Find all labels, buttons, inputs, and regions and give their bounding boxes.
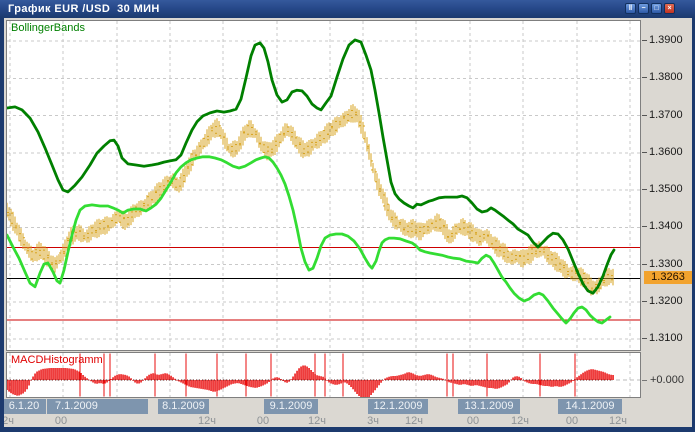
price-axis-tick bbox=[642, 115, 647, 116]
price-axis-tick bbox=[642, 77, 647, 78]
window-buttons: ‖−□× bbox=[625, 3, 675, 14]
date-label: 8.1.2009 bbox=[158, 399, 209, 414]
time-label: 12ч bbox=[308, 415, 326, 427]
macd-zero-tick bbox=[642, 380, 647, 381]
price-axis-tick bbox=[642, 338, 647, 339]
time-label: 12ч bbox=[198, 415, 216, 427]
price-axis-label: 1.3600 bbox=[649, 146, 683, 158]
date-label: 6.1.20 bbox=[2, 399, 46, 414]
time-label: 12ч bbox=[511, 415, 529, 427]
price-chart-panel[interactable]: BollingerBands bbox=[6, 20, 641, 351]
window-frame-bottom bbox=[0, 427, 695, 432]
price-axis-tick bbox=[642, 152, 647, 153]
price-axis-tick bbox=[642, 189, 647, 190]
time-label: 00 bbox=[467, 415, 479, 427]
price-axis-label: 1.3100 bbox=[649, 332, 683, 344]
price-axis-label: 1.3500 bbox=[649, 183, 683, 195]
macd-panel[interactable]: MACDHistogramm bbox=[6, 352, 641, 398]
current-price-tag: 1.3263 bbox=[644, 271, 692, 284]
maximize-button[interactable]: □ bbox=[651, 3, 662, 14]
price-axis-tick bbox=[642, 301, 647, 302]
time-label: 12ч bbox=[405, 415, 423, 427]
time-label: 00 bbox=[566, 415, 578, 427]
date-label: 9.1.2009 bbox=[264, 399, 318, 414]
date-label: 12.1.2009 bbox=[368, 399, 428, 414]
chart-window: График EUR /USD 30 МИН ‖−□× BollingerBan… bbox=[0, 0, 695, 432]
price-axis-tick bbox=[642, 40, 647, 41]
price-axis-label: 1.3400 bbox=[649, 220, 683, 232]
window-title: График EUR /USD 30 МИН bbox=[0, 3, 160, 15]
price-axis-tick bbox=[642, 226, 647, 227]
macd-histogram-label: MACDHistogramm bbox=[11, 354, 103, 366]
titlebar[interactable]: График EUR /USD 30 МИН ‖−□× bbox=[0, 0, 695, 18]
bollinger-bands-label: BollingerBands bbox=[11, 22, 85, 34]
price-axis-label: 1.3200 bbox=[649, 295, 683, 307]
time-label: 12ч bbox=[609, 415, 627, 427]
macd-zero-label: +0.000 bbox=[650, 374, 684, 386]
price-axis-label: 1.3800 bbox=[649, 71, 683, 83]
date-label: 13.1.2009 bbox=[458, 399, 520, 414]
close-button[interactable]: × bbox=[664, 3, 675, 14]
time-label: 00 bbox=[257, 415, 269, 427]
price-axis-label: 1.3700 bbox=[649, 109, 683, 121]
price-chart-canvas[interactable] bbox=[7, 21, 640, 350]
price-axis-tick bbox=[642, 264, 647, 265]
date-label: 14.1.2009 bbox=[558, 399, 622, 414]
time-label: 3ч bbox=[367, 415, 379, 427]
price-axis-label: 1.3900 bbox=[649, 34, 683, 46]
minimize-button[interactable]: − bbox=[638, 3, 649, 14]
pause-button[interactable]: ‖ bbox=[625, 3, 636, 14]
window-frame-left bbox=[0, 0, 4, 432]
time-label: 00 bbox=[55, 415, 67, 427]
price-axis-label: 1.3300 bbox=[649, 258, 683, 270]
date-label: 7.1.2009 bbox=[47, 399, 148, 414]
